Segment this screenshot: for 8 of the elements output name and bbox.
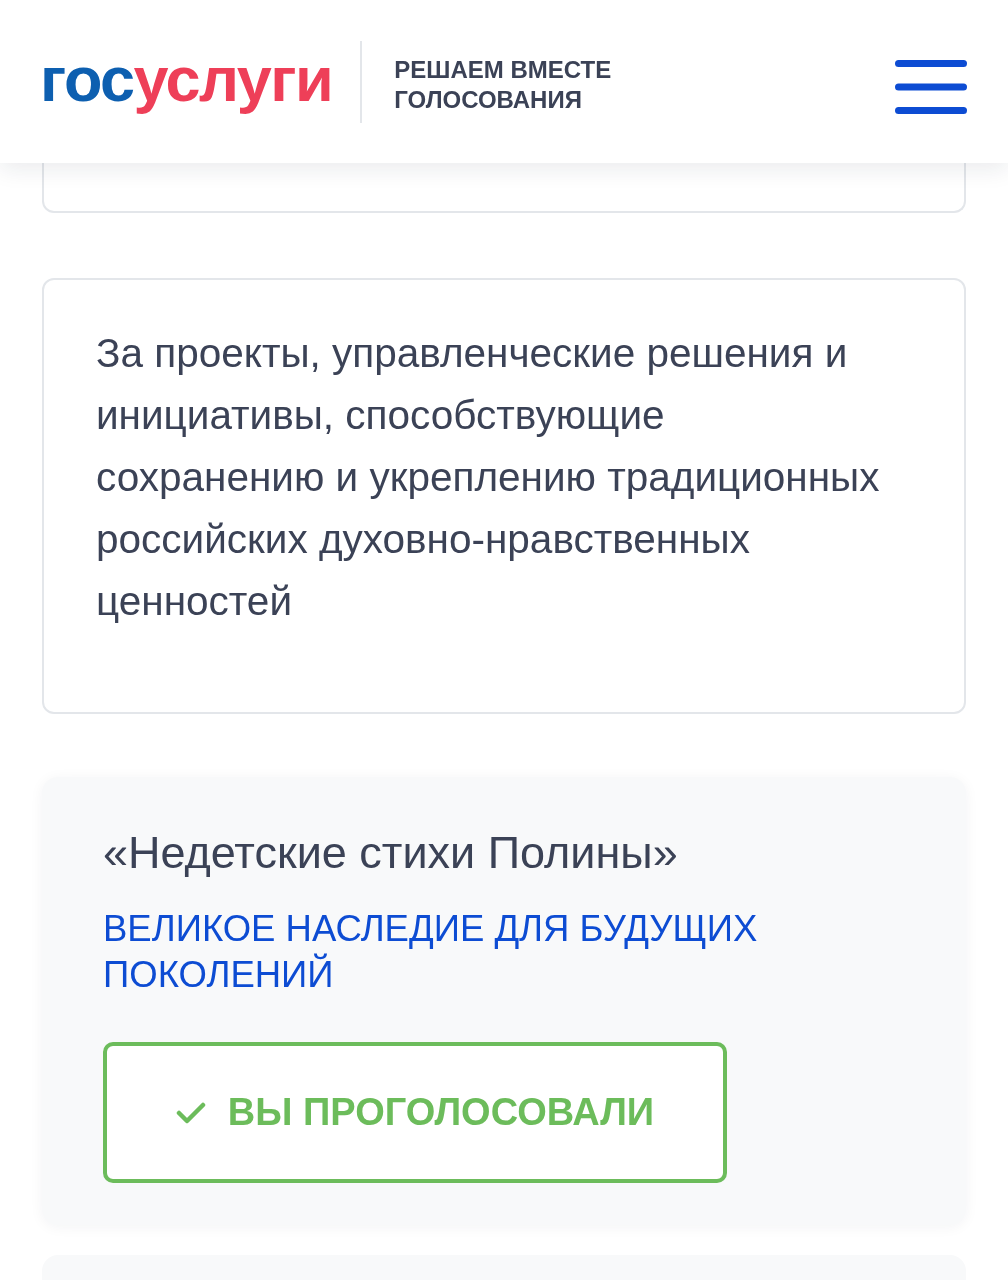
menu-icon[interactable]	[895, 59, 967, 114]
header-subtitle: РЕШАЕМ ВМЕСТЕ	[394, 54, 612, 85]
project-title: «Недетские стихи Полины»	[103, 826, 678, 880]
project-category: ВЕЛИКОЕ НАСЛЕДИЕ ДЛЯ БУДУЩИХ ПОКОЛЕНИЙ	[103, 907, 759, 997]
check-icon	[175, 1101, 206, 1124]
logo-text[interactable]: госуслуги	[40, 48, 333, 115]
header-subtitle: ГОЛОСОВАНИЯ	[394, 84, 583, 115]
nomination-text: За проекты, управленческие решения и инициативы, способствующие сохранению и укреплению традиционных российских духовно-нравственных ценностей	[96, 329, 881, 626]
